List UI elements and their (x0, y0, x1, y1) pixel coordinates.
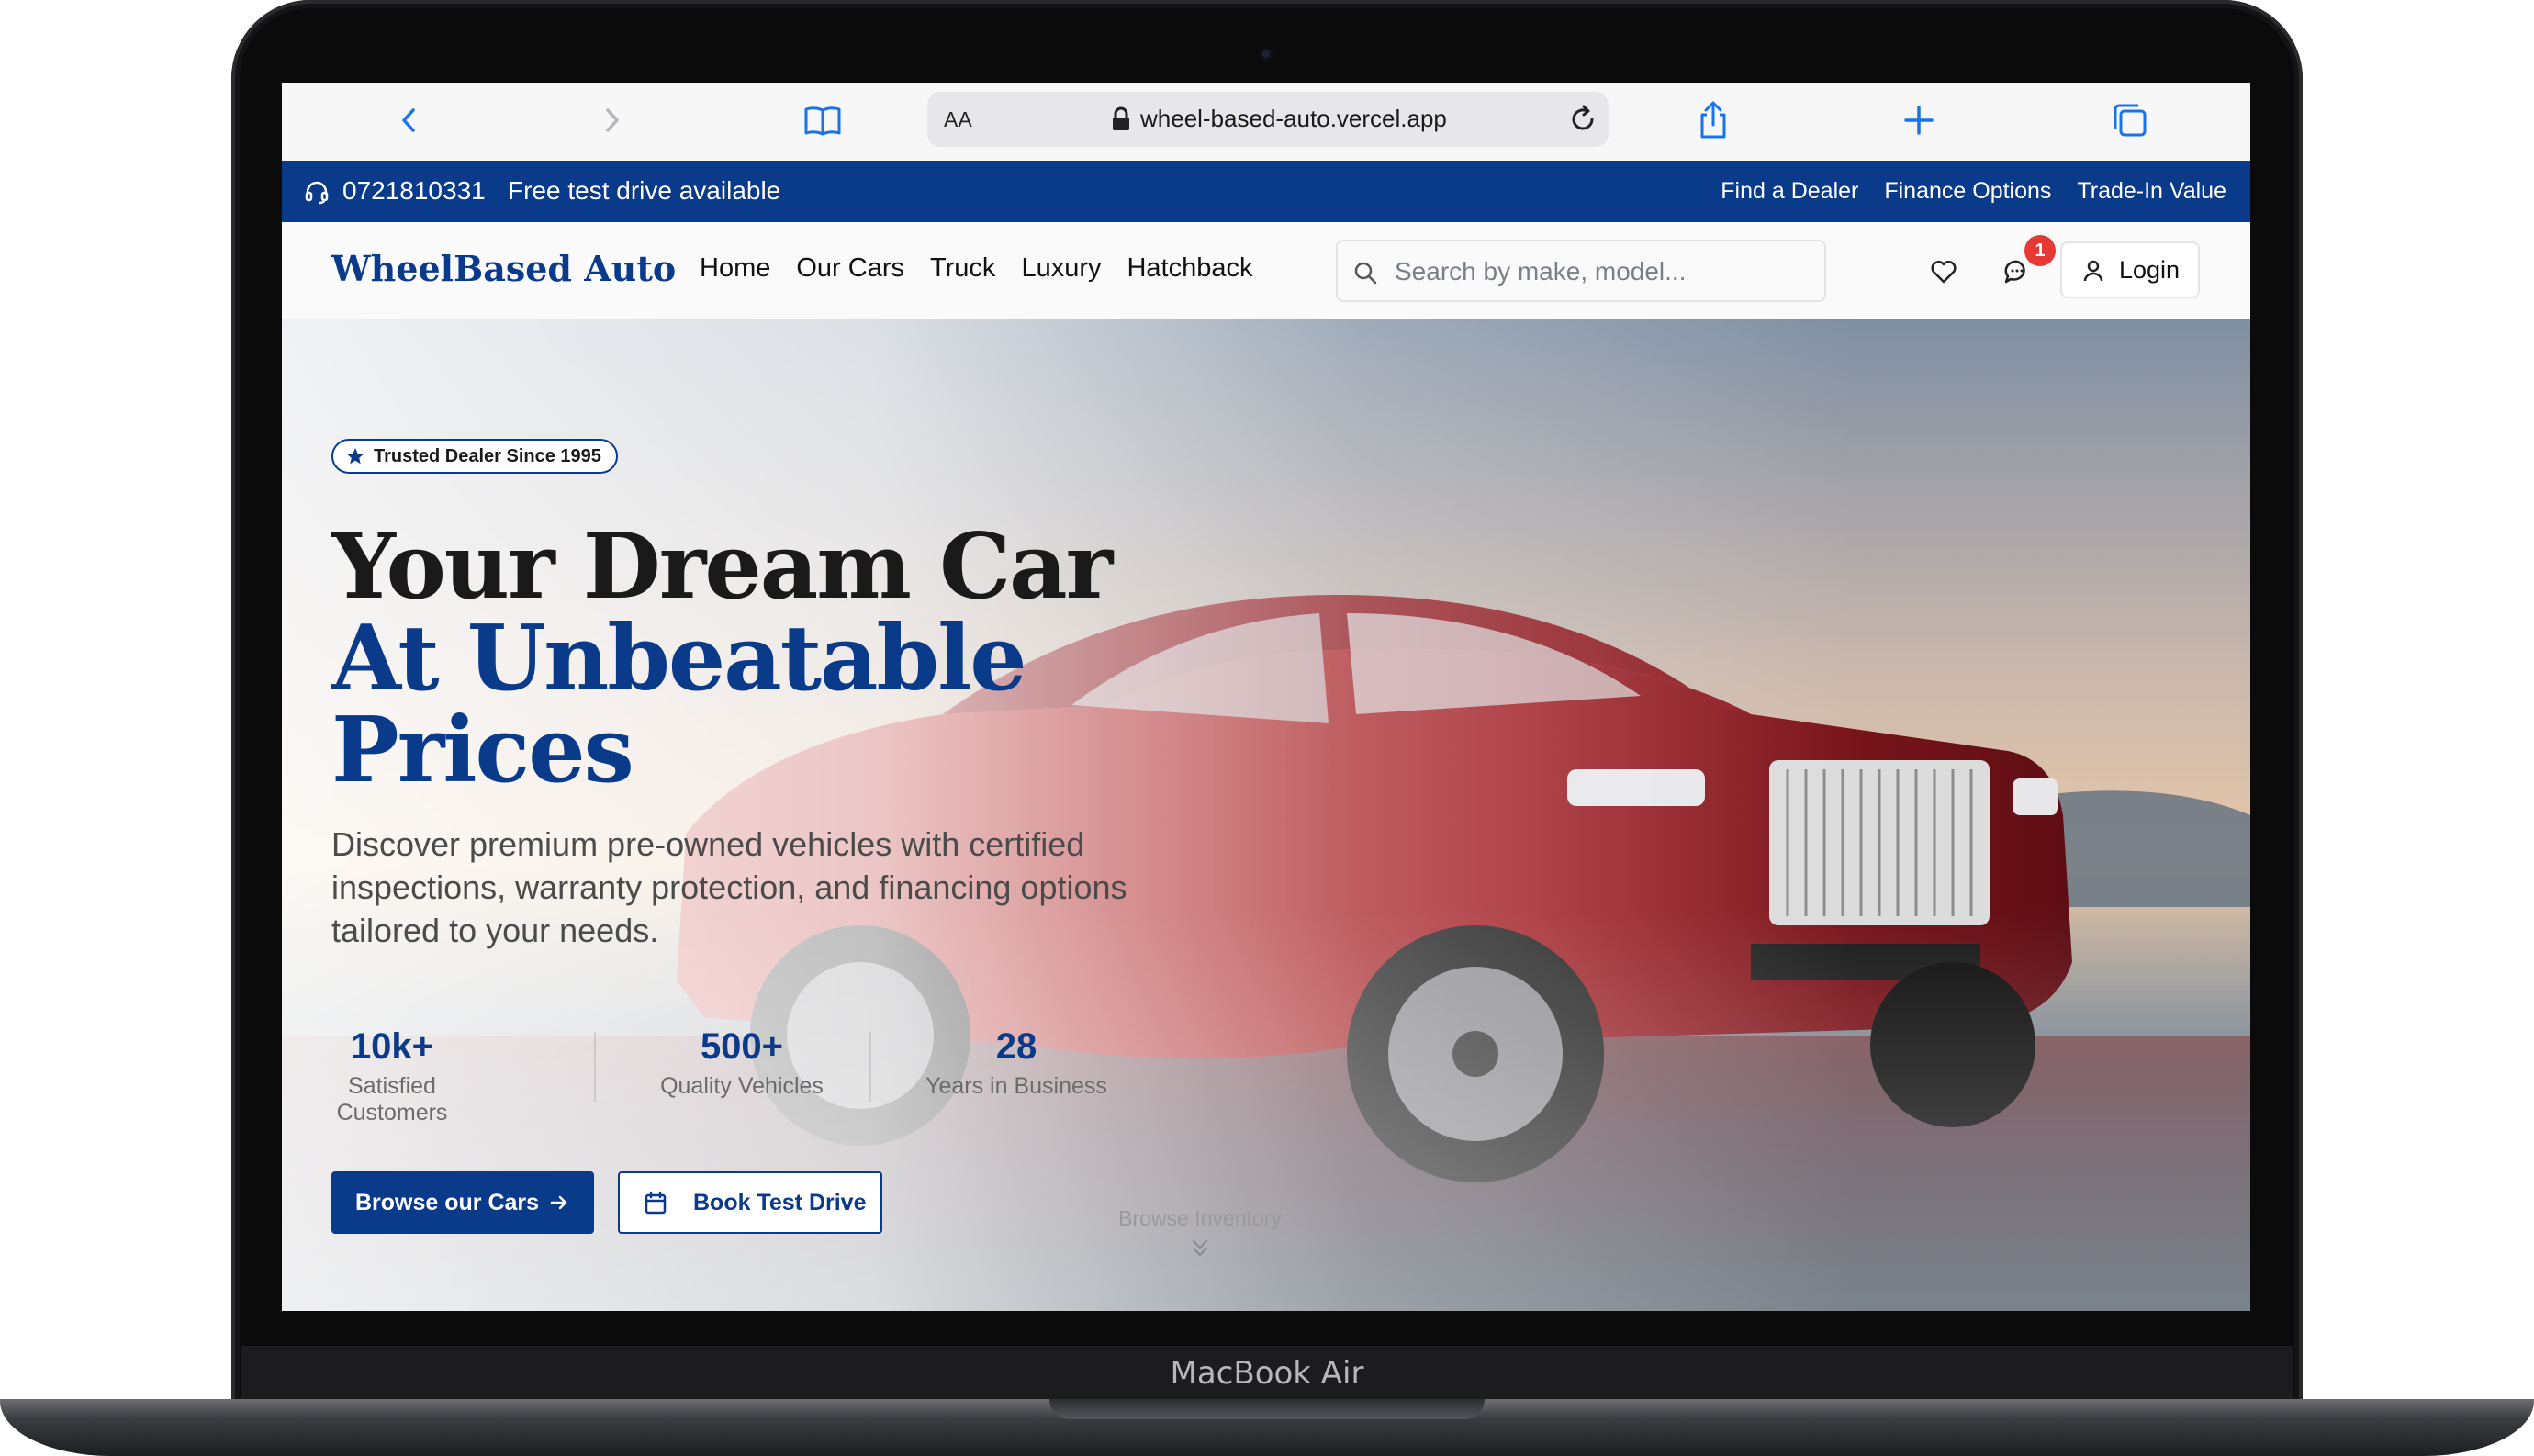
hero-headline-line3: Prices (331, 698, 634, 803)
nav-hatchback[interactable]: Hatchback (1127, 253, 1252, 284)
tabs-icon[interactable] (2109, 99, 2151, 141)
headset-icon (305, 181, 329, 205)
reload-icon[interactable] (1564, 101, 1601, 138)
stat-years: 28 Years in Business (917, 1026, 1116, 1100)
share-icon[interactable] (1692, 99, 1734, 141)
nav-luxury[interactable]: Luxury (1021, 253, 1101, 284)
chevron-down-icon[interactable] (1189, 1238, 1211, 1260)
stat-label: Years in Business (925, 1073, 1107, 1099)
stat-value: 500+ (700, 1026, 784, 1067)
search-input[interactable] (1393, 252, 1800, 291)
nav-our-cars[interactable]: Our Cars (796, 253, 904, 284)
phone-number[interactable]: 0721810331 (342, 176, 486, 206)
chevron-right-icon[interactable] (590, 99, 633, 141)
hero-headline-line2: At Unbeatable (331, 606, 1027, 711)
plus-icon[interactable] (1898, 99, 1940, 141)
finance-options-link[interactable]: Finance Options (1884, 178, 2051, 205)
url-text[interactable]: wheel-based-auto.vercel.app (1140, 105, 1447, 133)
top-links: Find a Dealer Finance Options Trade-In V… (1721, 178, 2226, 205)
heart-icon[interactable] (1929, 257, 1958, 286)
stat-vehicles: 500+ Quality Vehicles (644, 1026, 840, 1100)
find-dealer-link[interactable]: Find a Dealer (1721, 178, 1858, 205)
brand-logo[interactable]: WheelBased Auto (331, 248, 676, 289)
notification-badge: 1 (2024, 235, 2056, 266)
hero-overlay-bottom (282, 907, 2250, 1311)
browse-inventory-hint[interactable]: Browse Inventory (1081, 1206, 1319, 1231)
browse-cars-label: Browse our Cars (355, 1190, 540, 1215)
main-nav: WheelBased Auto Home Our Cars Truck Luxu… (282, 222, 2250, 320)
stat-divider (869, 1032, 871, 1102)
stat-customers: 10k+ Satisfied Customers (331, 1026, 453, 1126)
address-bar[interactable]: AA wheel-based-auto.vercel.app (927, 92, 1609, 147)
browse-cars-button[interactable]: Browse our Cars (331, 1171, 594, 1234)
hero-headline-line1: Your Dream Car (331, 514, 1113, 620)
arrow-right-icon (550, 1195, 567, 1210)
trade-in-link[interactable]: Trade-In Value (2077, 178, 2226, 205)
stat-value: 28 (995, 1026, 1037, 1067)
stat-value: 10k+ (350, 1026, 434, 1067)
search-icon (1354, 262, 1377, 285)
camera-dot (1260, 48, 1273, 61)
promo-text: Free test drive available (508, 176, 781, 205)
book-icon[interactable] (802, 99, 844, 141)
login-label: Login (2119, 256, 2181, 284)
stat-divider (594, 1032, 596, 1102)
nav-links: Home Our Cars Truck Luxury Hatchback (700, 253, 1253, 284)
hero-section: Trusted Dealer Since 1995 Your Dream Car… (282, 319, 2250, 1311)
chevron-left-icon[interactable] (388, 99, 431, 141)
device-model-label: MacBook Air (1170, 1355, 1364, 1392)
user-icon (2083, 260, 2103, 282)
star-icon (347, 448, 364, 465)
stat-label: Quality Vehicles (660, 1073, 824, 1099)
stat-label: Satisfied Customers (336, 1073, 448, 1126)
nav-home[interactable]: Home (700, 253, 770, 284)
login-button[interactable]: Login (2060, 241, 2200, 298)
trusted-badge-label: Trusted Dealer Since 1995 (374, 446, 601, 466)
nav-truck[interactable]: Truck (930, 253, 995, 284)
text-size-button[interactable]: AA (944, 107, 972, 132)
laptop-notch (1049, 1399, 1485, 1419)
trusted-badge: Trusted Dealer Since 1995 (331, 439, 618, 474)
top-info-bar: 0721810331 Free test drive available Fin… (282, 161, 2250, 222)
hero-description: Discover premium pre-owned vehicles with… (331, 825, 1127, 949)
book-test-drive-label: Book Test Drive (693, 1190, 867, 1215)
search-box (1336, 240, 1826, 302)
browser-toolbar: AA wheel-based-auto.vercel.app (282, 83, 2250, 162)
chat-icon[interactable] (2002, 257, 2032, 286)
book-test-drive-button[interactable]: Book Test Drive (618, 1171, 882, 1234)
lock-icon (1113, 106, 1129, 130)
screen: AA wheel-based-auto.vercel.app 072181033… (282, 83, 2250, 1311)
calendar-icon (645, 1191, 667, 1215)
